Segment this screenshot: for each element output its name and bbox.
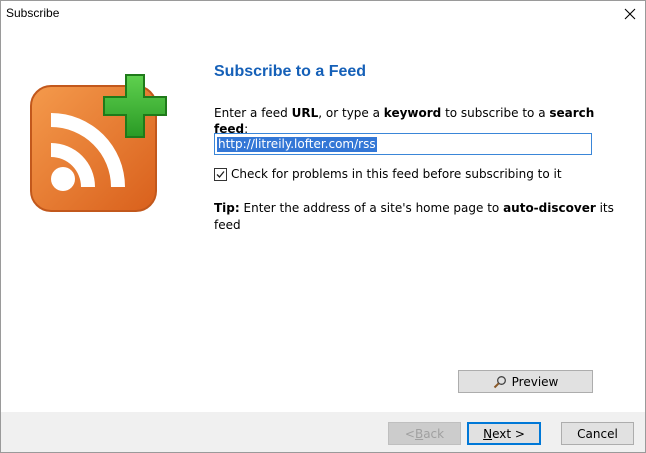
subscribe-dialog: Subscribe Subscribe to a Feed Enter a fe…	[0, 0, 646, 453]
preview-label: Preview	[511, 374, 559, 389]
check-problems-label: Check for problems in this feed before s…	[231, 167, 562, 181]
close-button[interactable]	[615, 1, 645, 27]
close-icon	[624, 8, 636, 20]
button-bar: < Back Next > Cancel	[1, 412, 645, 452]
preview-button[interactable]: Preview	[458, 370, 593, 393]
page-title: Subscribe to a Feed	[214, 63, 367, 80]
back-button[interactable]: < Back	[388, 422, 461, 445]
window-title: Subscribe	[6, 6, 60, 20]
feed-url-input[interactable]: http://litreily.lofter.com/rss	[214, 133, 592, 155]
rss-feed-logo-icon	[30, 74, 167, 212]
feed-url-value: http://litreily.lofter.com/rss	[217, 136, 377, 152]
check-problems-checkbox[interactable]	[214, 167, 227, 181]
title-bar: Subscribe	[1, 1, 645, 27]
cancel-button[interactable]: Cancel	[561, 422, 634, 445]
magnifier-icon	[493, 375, 506, 388]
tip-text: Tip: Enter the address of a site's home …	[214, 201, 614, 232]
checkmark-icon	[216, 170, 225, 178]
check-problems-row[interactable]: Check for problems in this feed before s…	[214, 167, 562, 181]
next-button[interactable]: Next >	[467, 422, 541, 445]
